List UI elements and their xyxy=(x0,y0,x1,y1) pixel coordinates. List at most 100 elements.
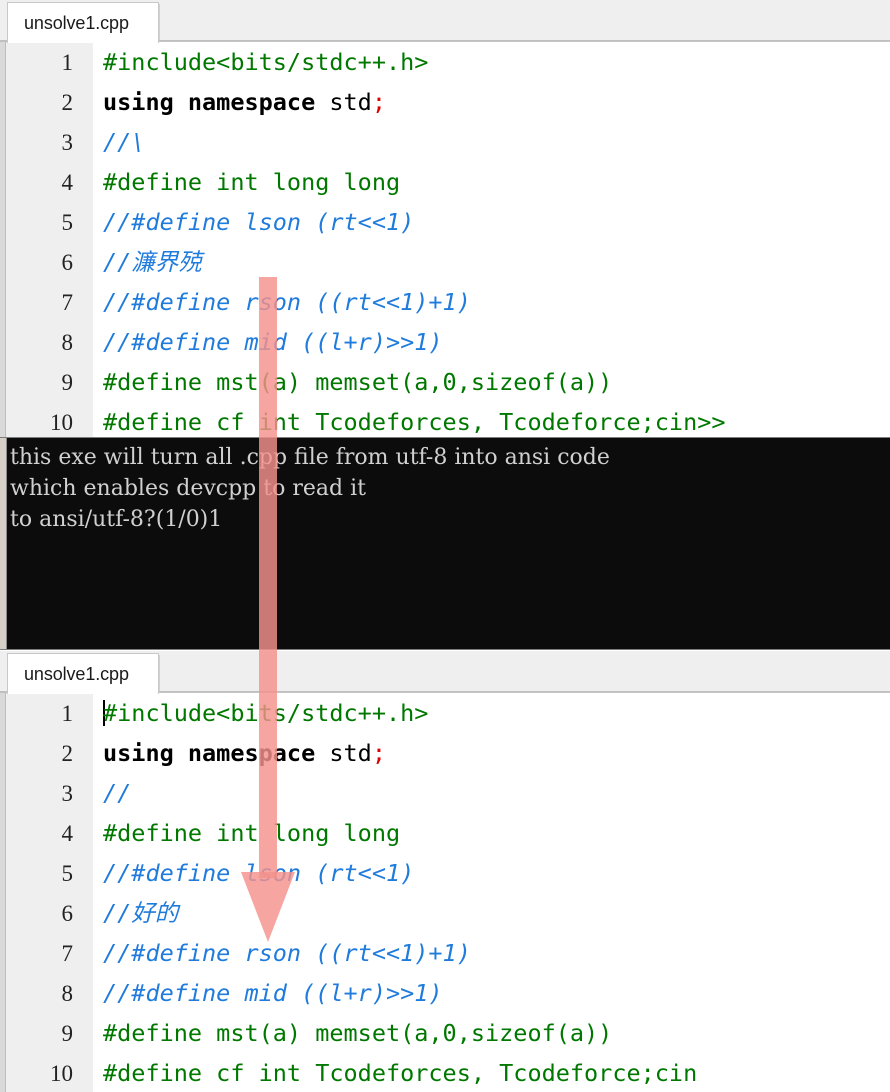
tab-unsolve1-cpp-bottom[interactable]: unsolve1.cpp xyxy=(7,653,159,694)
code-line[interactable]: 2 using namespace std; xyxy=(0,82,890,122)
token-cmt: //#define mid ((l+r)>>1) xyxy=(103,328,443,356)
code-line[interactable]: 4 #define int long long xyxy=(0,162,890,202)
token-cmt: //#define lson (rt<<1) xyxy=(103,859,415,887)
line-number: 7 xyxy=(61,290,74,315)
line-source: #define mst(a) memset(a,0,sizeof(a)) xyxy=(93,362,890,402)
token-pp: #define cf int Tcodeforces, Tcodeforce;c… xyxy=(103,408,726,436)
token-pp: #define cf int Tcodeforces, Tcodeforce;c… xyxy=(103,1059,698,1087)
line-number: 9 xyxy=(61,1021,74,1046)
token-id: std xyxy=(315,88,372,116)
bottom-editor-tabbar: unsolve1.cpp xyxy=(0,651,890,694)
line-number: 8 xyxy=(61,981,74,1006)
line-source: //#define lson (rt<<1) xyxy=(93,853,890,893)
line-number: 2 xyxy=(61,741,74,766)
code-line[interactable]: 10 #define cf int Tcodeforces, Tcodeforce… xyxy=(0,402,890,437)
code-line[interactable]: 1 #include<bits/stdc++.h> xyxy=(0,693,890,733)
token-pp: #include<bits/stdc++.h> xyxy=(103,48,429,76)
line-number: 3 xyxy=(61,130,74,155)
line-number: 6 xyxy=(61,901,74,926)
top-tabbar-empty-area xyxy=(159,4,890,42)
line-number: 10 xyxy=(50,410,73,435)
line-source: //濂界殑 xyxy=(93,242,890,282)
code-line[interactable]: 5 //#define lson (rt<<1) xyxy=(0,853,890,893)
token-cjk: 好的 xyxy=(131,899,179,927)
top-editor-tabbar: unsolve1.cpp xyxy=(0,0,890,43)
line-source: #include<bits/stdc++.h> xyxy=(93,693,890,733)
code-line[interactable]: 2 using namespace std; xyxy=(0,733,890,773)
console-line: to ansi/utf-8?(1/0)1 xyxy=(10,507,223,532)
line-number: 6 xyxy=(61,250,74,275)
line-number: 4 xyxy=(61,170,74,195)
token-cmt: //#define mid ((l+r)>>1) xyxy=(103,979,443,1007)
line-source: //#define mid ((l+r)>>1) xyxy=(93,973,890,1013)
line-source: #define int long long xyxy=(93,813,890,853)
code-line[interactable]: 9 #define mst(a) memset(a,0,sizeof(a)) xyxy=(0,362,890,402)
line-source: #include<bits/stdc++.h> xyxy=(93,42,890,82)
code-line[interactable]: 8 //#define mid ((l+r)>>1) xyxy=(0,973,890,1013)
line-number: 5 xyxy=(61,210,74,235)
code-line[interactable]: 8 //#define mid ((l+r)>>1) xyxy=(0,322,890,362)
line-number: 1 xyxy=(61,701,74,726)
line-number: 10 xyxy=(50,1061,73,1086)
code-line[interactable]: 6 //濂界殑 xyxy=(0,242,890,282)
code-line[interactable]: 1 #include<bits/stdc++.h> xyxy=(0,42,890,82)
line-source: using namespace std; xyxy=(93,82,890,122)
line-source: //\ xyxy=(93,122,890,162)
line-source: //好的 xyxy=(93,893,890,933)
token-semi: ; xyxy=(371,88,386,116)
line-number: 1 xyxy=(61,50,74,75)
token-cjk: 濂界殑 xyxy=(131,248,202,276)
code-line[interactable]: 3 //\ xyxy=(0,122,890,162)
line-number: 2 xyxy=(61,90,74,115)
console-window[interactable]: this exe will turn all .cpp file from ut… xyxy=(0,437,890,650)
tab-label: unsolve1.cpp xyxy=(24,663,129,684)
token-pp: #define mst(a) memset(a,0,sizeof(a)) xyxy=(103,1019,613,1047)
code-line[interactable]: 7 //#define rson ((rt<<1)+1) xyxy=(0,933,890,973)
bottom-editor-pane: unsolve1.cpp 1 #include<bits/stdc++.h> 2 us… xyxy=(0,651,890,1092)
line-number: 7 xyxy=(61,941,74,966)
console-line: which enables devcpp to read it xyxy=(10,476,366,501)
line-source: #define mst(a) memset(a,0,sizeof(a)) xyxy=(93,1013,890,1053)
line-source: //#define mid ((l+r)>>1) xyxy=(93,322,890,362)
line-source: //#define rson ((rt<<1)+1) xyxy=(93,282,890,322)
code-line[interactable]: 7 //#define rson ((rt<<1)+1) xyxy=(0,282,890,322)
code-line[interactable]: 5 //#define lson (rt<<1) xyxy=(0,202,890,242)
token-pp: #include<bits/stdc++.h> xyxy=(103,699,429,727)
line-number: 3 xyxy=(61,781,74,806)
code-line[interactable]: 4 #define int long long xyxy=(0,813,890,853)
token-id: std xyxy=(315,739,372,767)
line-source: //#define lson (rt<<1) xyxy=(93,202,890,242)
bottom-code-lines: 1 #include<bits/stdc++.h> 2 using namespace… xyxy=(0,693,890,1092)
code-line[interactable]: 10 #define cf int Tcodeforces, Tcodeforce… xyxy=(0,1053,890,1092)
top-editor-pane: unsolve1.cpp 1 #include<bits/stdc++.h> 2 us… xyxy=(0,0,890,437)
tab-unsolve1-cpp-top[interactable]: unsolve1.cpp xyxy=(7,2,159,43)
token-pp: #define int long long xyxy=(103,819,401,847)
token-cmt: //#define lson (rt<<1) xyxy=(103,208,415,236)
token-pp: #define mst(a) memset(a,0,sizeof(a)) xyxy=(103,368,613,396)
console-output-text: this exe will turn all .cpp file from ut… xyxy=(10,442,886,535)
line-source: #define cf int Tcodeforces, Tcodeforce;c… xyxy=(93,402,890,437)
token-cmt: // xyxy=(103,779,132,807)
code-line[interactable]: 6 //好的 xyxy=(0,893,890,933)
line-number: 9 xyxy=(61,370,74,395)
bottom-code-area[interactable]: 1 #include<bits/stdc++.h> 2 using namespace… xyxy=(0,693,890,1092)
token-cmt: //\ xyxy=(103,128,146,156)
line-source: #define cf int Tcodeforces, Tcodeforce;c… xyxy=(93,1053,890,1092)
line-number: 8 xyxy=(61,330,74,355)
code-line[interactable]: 9 #define mst(a) memset(a,0,sizeof(a)) xyxy=(0,1013,890,1053)
token-semi: ; xyxy=(371,739,386,767)
top-code-area[interactable]: 1 #include<bits/stdc++.h> 2 using namespace… xyxy=(0,42,890,437)
line-source: #define int long long xyxy=(93,162,890,202)
code-line[interactable]: 3 // xyxy=(0,773,890,813)
tab-label: unsolve1.cpp xyxy=(24,12,129,33)
line-source: using namespace std; xyxy=(93,733,890,773)
token-cmt: // xyxy=(103,899,132,927)
console-line: this exe will turn all .cpp file from ut… xyxy=(10,445,610,470)
line-number: 5 xyxy=(61,861,74,886)
bottom-tabbar-empty-area xyxy=(159,655,890,693)
top-code-lines: 1 #include<bits/stdc++.h> 2 using namespace… xyxy=(0,42,890,437)
line-source: //#define rson ((rt<<1)+1) xyxy=(93,933,890,973)
console-left-rail xyxy=(0,438,7,649)
token-cmt: //#define rson ((rt<<1)+1) xyxy=(103,288,471,316)
token-pp: #define int long long xyxy=(103,168,401,196)
